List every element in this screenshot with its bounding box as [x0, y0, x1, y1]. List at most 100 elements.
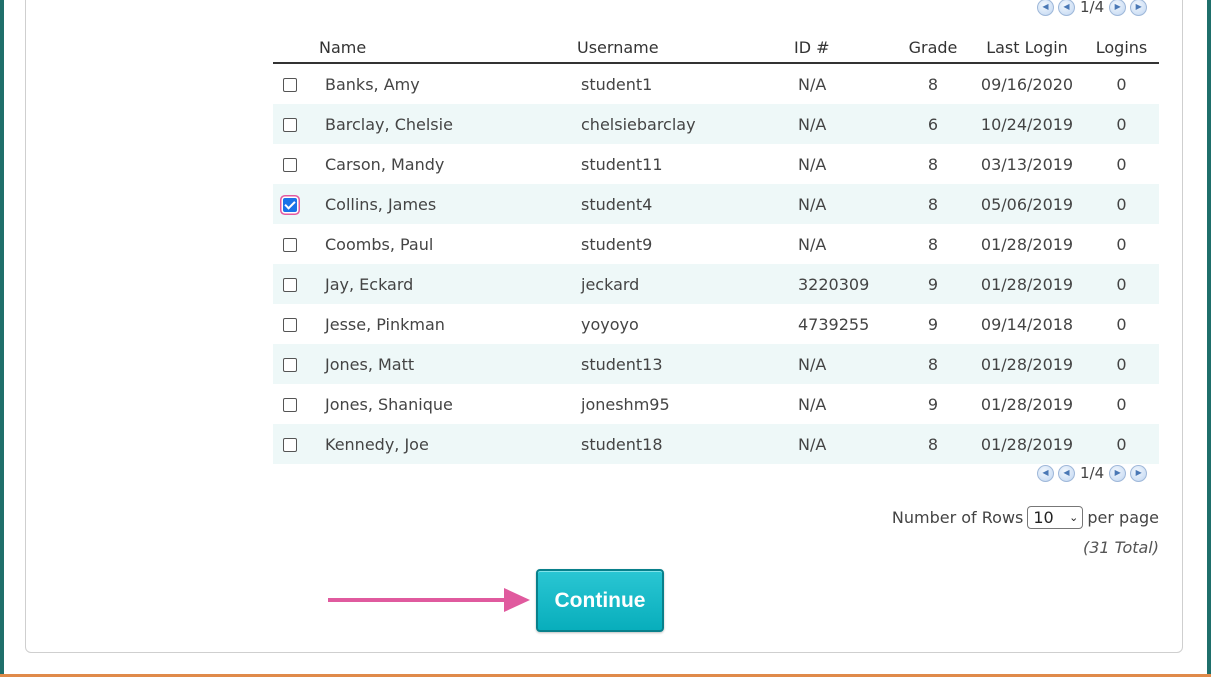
cell-id: 4739255: [794, 304, 896, 344]
cell-logins: 0: [1084, 144, 1159, 184]
cell-id: N/A: [794, 184, 896, 224]
cell-last-login: 10/24/2019: [970, 104, 1084, 144]
total-count: (31 Total): [1082, 538, 1159, 557]
next-page-icon[interactable]: ▶: [1109, 464, 1127, 482]
cell-grade: 8: [896, 184, 970, 224]
cell-name: Jones, Shanique: [307, 384, 577, 424]
row-select-cell: [273, 344, 307, 384]
table-row[interactable]: Barclay, Chelsie chelsiebarclay N/A 6 10/24/…: [273, 104, 1159, 144]
table-row[interactable]: Banks, Amy student1 N/A 8 09/16/2020 0: [273, 63, 1159, 104]
pager-text-top: 1/4: [1080, 0, 1105, 16]
row-checkbox[interactable]: [283, 318, 297, 332]
table-header-row: Name Username ID # Grade Last Login Logi…: [273, 33, 1159, 64]
table-row[interactable]: Carson, Mandy student11 N/A 8 03/13/2019 0: [273, 144, 1159, 184]
row-select-cell: [273, 104, 307, 144]
cell-grade: 9: [896, 384, 970, 424]
cell-name: Banks, Amy: [307, 63, 577, 104]
cell-last-login: 01/28/2019: [970, 224, 1084, 264]
header-name[interactable]: Name: [307, 33, 577, 64]
cell-username: student4: [577, 184, 794, 224]
last-page-icon[interactable]: ▶​: [1130, 464, 1148, 482]
rows-label: Number of Rows: [891, 508, 1024, 527]
cell-last-login: 01/28/2019: [970, 264, 1084, 304]
rows-per-page-control: Number of Rows 10 ⌄ per page: [860, 506, 1159, 529]
cell-grade: 8: [896, 144, 970, 184]
rows-suffix: per page: [1087, 508, 1159, 527]
cell-grade: 8: [896, 63, 970, 104]
continue-button[interactable]: Continue: [536, 569, 664, 632]
cell-name: Coombs, Paul: [307, 224, 577, 264]
chevron-down-icon: ⌄: [1069, 511, 1079, 524]
cell-grade: 6: [896, 104, 970, 144]
row-select-cell: [273, 63, 307, 104]
cell-name: Kennedy, Joe: [307, 424, 577, 464]
cell-id: 3220309: [794, 264, 896, 304]
cell-id: N/A: [794, 384, 896, 424]
cell-id: N/A: [794, 104, 896, 144]
cell-username: student13: [577, 344, 794, 384]
cell-logins: 0: [1084, 224, 1159, 264]
cell-logins: 0: [1084, 63, 1159, 104]
cell-grade: 8: [896, 344, 970, 384]
table-row[interactable]: Collins, James student4 N/A 8 05/06/2019 0: [273, 184, 1159, 224]
cell-id: N/A: [794, 144, 896, 184]
cell-username: student11: [577, 144, 794, 184]
row-select-cell: [273, 264, 307, 304]
pager-text-bottom: 1/4: [1080, 464, 1105, 482]
cell-name: Jones, Matt: [307, 344, 577, 384]
pager-top: ◀​ ◀ 1/4 ▶ ▶​: [1037, 0, 1148, 16]
prev-page-icon[interactable]: ◀: [1058, 0, 1075, 16]
table-row[interactable]: Kennedy, Joe student18 N/A 8 01/28/2019 0: [273, 424, 1159, 464]
first-page-icon[interactable]: ◀​: [1037, 464, 1054, 482]
header-select: [273, 33, 307, 64]
pointer-arrow-icon: [328, 588, 530, 612]
cell-username: jeckard: [577, 264, 794, 304]
cell-id: N/A: [794, 63, 896, 104]
row-select-cell: [273, 224, 307, 264]
header-id[interactable]: ID #: [794, 33, 896, 64]
row-checkbox[interactable]: [283, 358, 297, 372]
cell-name: Jesse, Pinkman: [307, 304, 577, 344]
header-last-login[interactable]: Last Login: [970, 33, 1084, 64]
cell-name: Jay, Eckard: [307, 264, 577, 304]
table-row[interactable]: Jones, Shanique joneshm95 N/A 9 01/28/2019 0: [273, 384, 1159, 424]
row-checkbox[interactable]: [283, 278, 297, 292]
rows-per-page-select[interactable]: 10 ⌄: [1027, 506, 1084, 529]
cell-id: N/A: [794, 224, 896, 264]
cell-grade: 9: [896, 264, 970, 304]
row-checkbox[interactable]: [283, 118, 297, 132]
table-row[interactable]: Jesse, Pinkman yoyoyo 4739255 9 09/14/2018 0: [273, 304, 1159, 344]
prev-page-icon[interactable]: ◀: [1058, 464, 1075, 482]
row-checkbox[interactable]: [283, 238, 297, 252]
last-page-icon[interactable]: ▶​: [1130, 0, 1148, 16]
cell-last-login: 09/16/2020: [970, 63, 1084, 104]
table-row[interactable]: Jones, Matt student13 N/A 8 01/28/2019 0: [273, 344, 1159, 384]
cell-last-login: 05/06/2019: [970, 184, 1084, 224]
rows-selected-value: 10: [1033, 508, 1054, 527]
cell-name: Collins, James: [307, 184, 577, 224]
pager-bottom: ◀​ ◀ 1/4 ▶ ▶​: [1037, 464, 1148, 482]
cell-username: joneshm95: [577, 384, 794, 424]
cell-grade: 8: [896, 224, 970, 264]
header-logins[interactable]: Logins: [1084, 33, 1159, 64]
row-checkbox[interactable]: [283, 158, 297, 172]
cell-grade: 8: [896, 424, 970, 464]
header-grade[interactable]: Grade: [896, 33, 970, 64]
row-checkbox[interactable]: [283, 78, 297, 92]
cell-id: N/A: [794, 424, 896, 464]
table-row[interactable]: Coombs, Paul student9 N/A 8 01/28/2019 0: [273, 224, 1159, 264]
row-select-cell: [273, 424, 307, 464]
next-page-icon[interactable]: ▶: [1109, 0, 1127, 16]
row-checkbox[interactable]: [283, 198, 297, 212]
table-row[interactable]: Jay, Eckard jeckard 3220309 9 01/28/2019 0: [273, 264, 1159, 304]
row-checkbox[interactable]: [283, 398, 297, 412]
header-username[interactable]: Username: [577, 33, 794, 64]
cell-name: Carson, Mandy: [307, 144, 577, 184]
row-checkbox[interactable]: [283, 438, 297, 452]
cell-logins: 0: [1084, 424, 1159, 464]
cell-logins: 0: [1084, 184, 1159, 224]
cell-username: student1: [577, 63, 794, 104]
window-frame-left: [0, 0, 4, 677]
cell-last-login: 09/14/2018: [970, 304, 1084, 344]
first-page-icon[interactable]: ◀​: [1037, 0, 1054, 16]
